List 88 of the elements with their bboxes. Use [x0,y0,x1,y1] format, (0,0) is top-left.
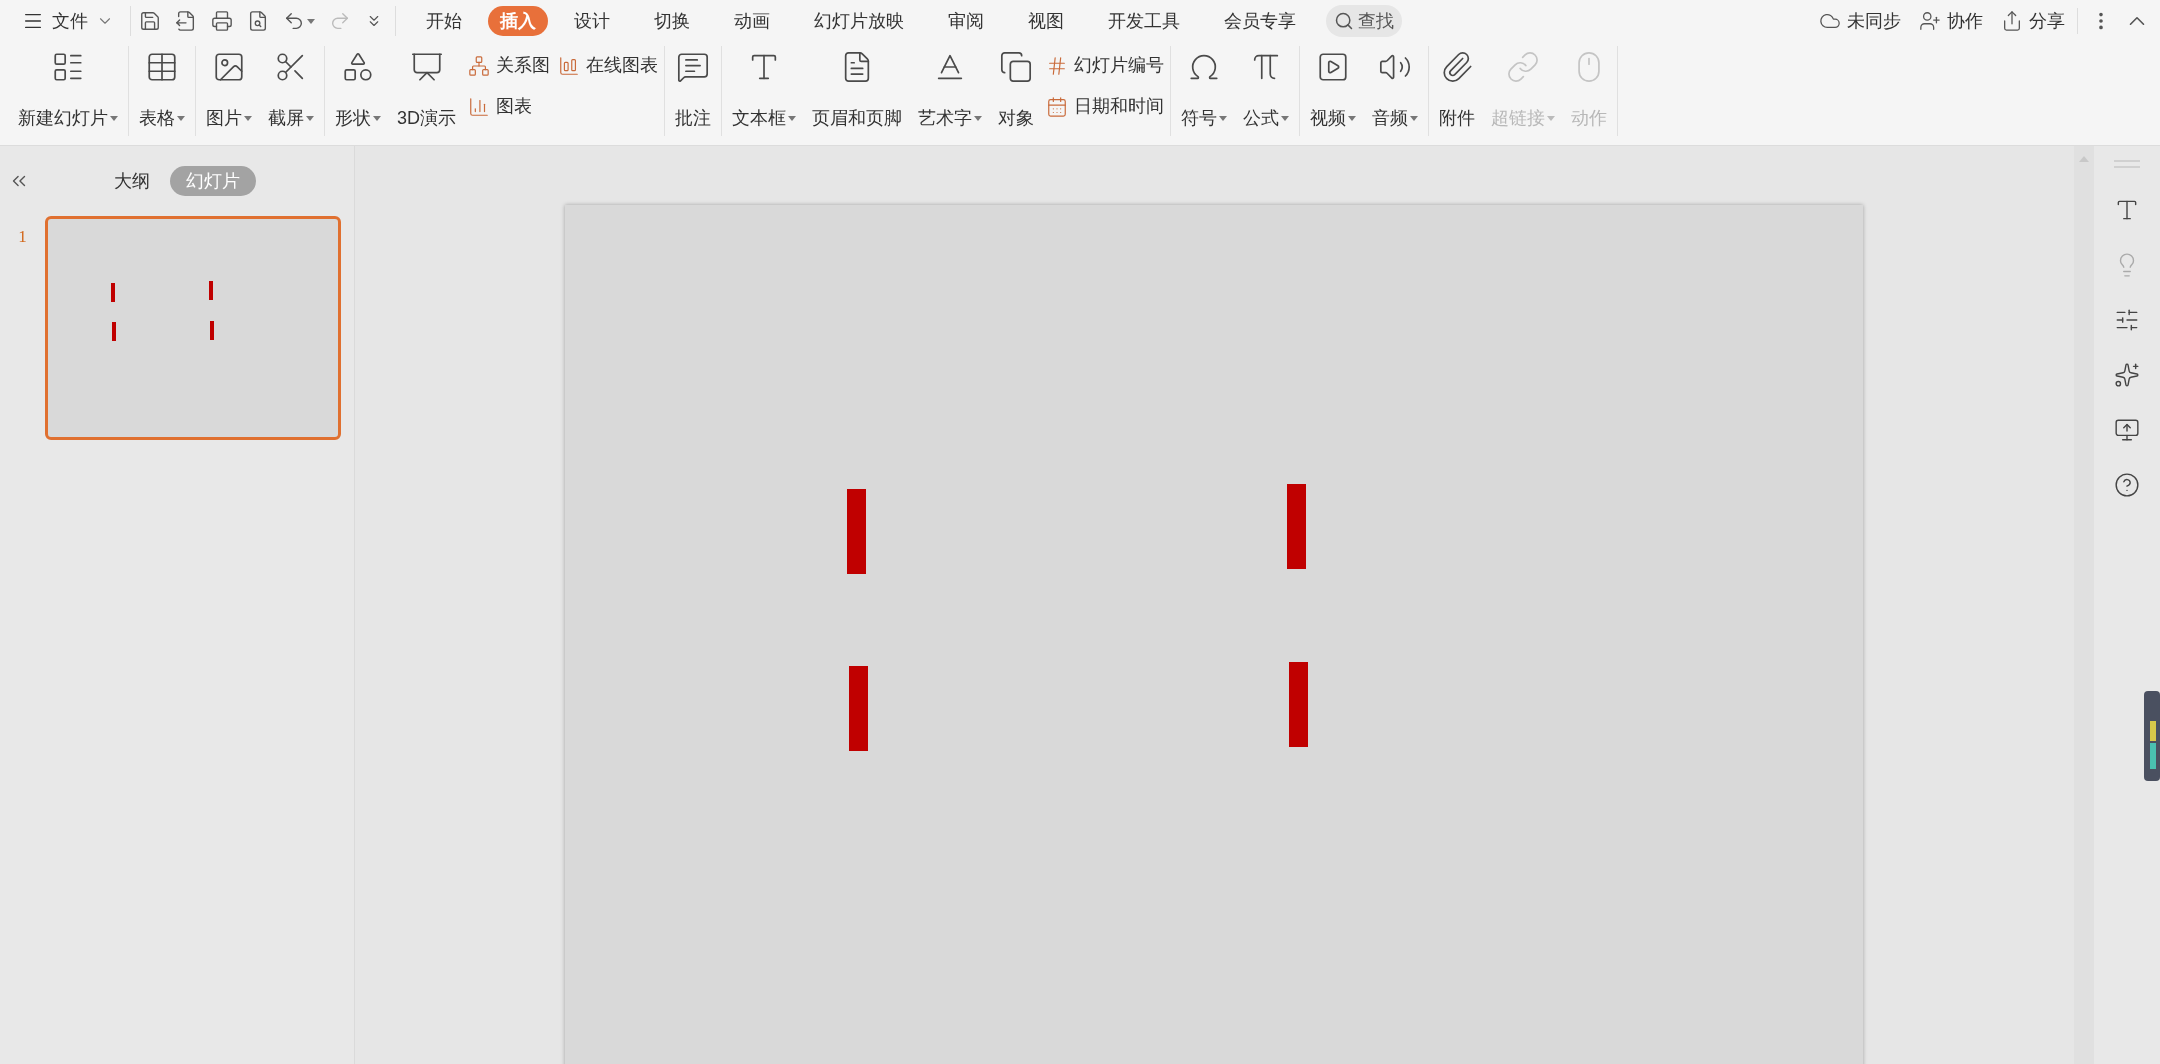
menu-tab[interactable]: 开发工具 [1090,6,1198,36]
menu-tab[interactable]: 会员专享 [1206,6,1314,36]
scrollbar[interactable] [2074,146,2094,1064]
ribbon-button[interactable]: 截屏 [260,46,322,136]
toolbar-action[interactable]: 协作 [1919,7,1983,35]
caret-icon [110,116,118,121]
menu-tab[interactable]: 视图 [1010,6,1082,36]
share-icon [2001,10,2023,32]
menu-tab[interactable]: 开始 [408,6,480,36]
caret-icon [1410,116,1418,121]
caret-icon [306,116,314,121]
save-icon[interactable] [139,10,161,32]
rectangle-shape[interactable] [846,489,866,575]
toolbar-action[interactable]: 分享 [2001,7,2065,35]
link-icon [1506,50,1540,84]
slide-number: 1 [17,226,28,248]
hash-icon [1046,54,1068,77]
printer-icon[interactable] [211,10,233,32]
ribbon-small-button[interactable]: 在线图表 [558,52,658,79]
sparkle-star-icon[interactable] [2114,362,2140,388]
caret-icon [1281,116,1289,121]
ribbon-button[interactable]: 图片 [198,46,260,136]
rectangle-shape [111,322,116,342]
caret-icon [974,116,982,121]
caret-icon [1219,116,1227,121]
chart-icon [558,54,580,77]
menu-tab[interactable]: 审阅 [930,6,1002,36]
caret-icon [177,116,185,121]
file-output-icon[interactable] [175,10,197,32]
menu-tab[interactable]: 设计 [556,6,628,36]
ribbon-button[interactable]: 形状 [327,46,389,136]
ribbon-button[interactable]: 新建幻灯片 [10,46,126,136]
ribbon-button[interactable]: 艺术字 [910,46,990,136]
rectangle-shape[interactable] [1286,483,1306,569]
rectangle-shape [110,282,115,302]
objects-icon [999,50,1033,84]
shapes-icon [341,50,375,84]
network-icon [468,54,490,77]
image-icon [212,50,246,84]
ribbon-button[interactable]: 表格 [131,46,193,136]
slide-list-icon [51,50,85,84]
paperclip-icon [1440,50,1474,84]
ribbon-button[interactable]: 批注 [667,46,719,136]
menu-tab[interactable]: 幻灯片放映 [796,6,922,36]
caret-icon [788,116,796,121]
bar-chart-icon [468,95,490,118]
sliders-icon[interactable] [2114,307,2140,333]
drag-handle-icon[interactable] [2114,160,2140,168]
caret-icon [1348,116,1356,121]
caret-icon [244,116,252,121]
ribbon-button[interactable]: 视频 [1302,46,1364,136]
search-button[interactable]: 查找 [1326,5,1402,37]
table-icon [145,50,179,84]
video-icon [1316,50,1350,84]
search-icon [1334,11,1354,31]
rectangle-shape [209,321,214,341]
user-plus-icon [1919,10,1941,32]
screen-icon[interactable] [2114,417,2140,443]
ribbon-button[interactable]: 公式 [1235,46,1297,136]
ribbon-small-button[interactable]: 图表 [468,93,550,120]
menu-tab[interactable]: 动画 [716,6,788,36]
ribbon-button[interactable]: 3D演示 [389,46,464,136]
ribbon-button[interactable]: 符号 [1173,46,1235,136]
ribbon-button[interactable]: 对象 [990,46,1042,136]
ribbon-button[interactable]: 文本框 [724,46,804,136]
panel-tab[interactable]: 大纲 [110,166,154,196]
preview-icon[interactable] [247,10,269,32]
caret-icon [307,18,315,24]
calendar-icon [1046,95,1068,118]
undo-icon[interactable] [283,10,305,32]
file-menu[interactable]: 文件 [22,7,122,35]
help-icon[interactable] [2114,472,2140,498]
menu-tab[interactable]: 切换 [636,6,708,36]
rectangle-shape[interactable] [849,665,869,751]
ribbon-button[interactable]: 附件 [1431,46,1483,136]
meter-widget-icon[interactable] [2144,691,2160,781]
ribbon-small-button[interactable]: 日期和时间 [1046,93,1164,120]
caret-icon [373,116,381,121]
rectangle-shape[interactable] [1289,661,1309,747]
ribbon-small-button[interactable]: 关系图 [468,52,550,79]
slide-thumbnail[interactable] [45,216,341,440]
ribbon-button[interactable]: 音频 [1364,46,1426,136]
ribbon-button[interactable]: 页眉和页脚 [804,46,910,136]
caret-icon [1547,116,1555,121]
ribbon-small-button[interactable]: 幻灯片编号 [1046,52,1164,79]
note-icon [676,50,710,84]
toolbar-action[interactable]: 未同步 [1819,7,1901,35]
rectangle-shape [209,281,214,301]
